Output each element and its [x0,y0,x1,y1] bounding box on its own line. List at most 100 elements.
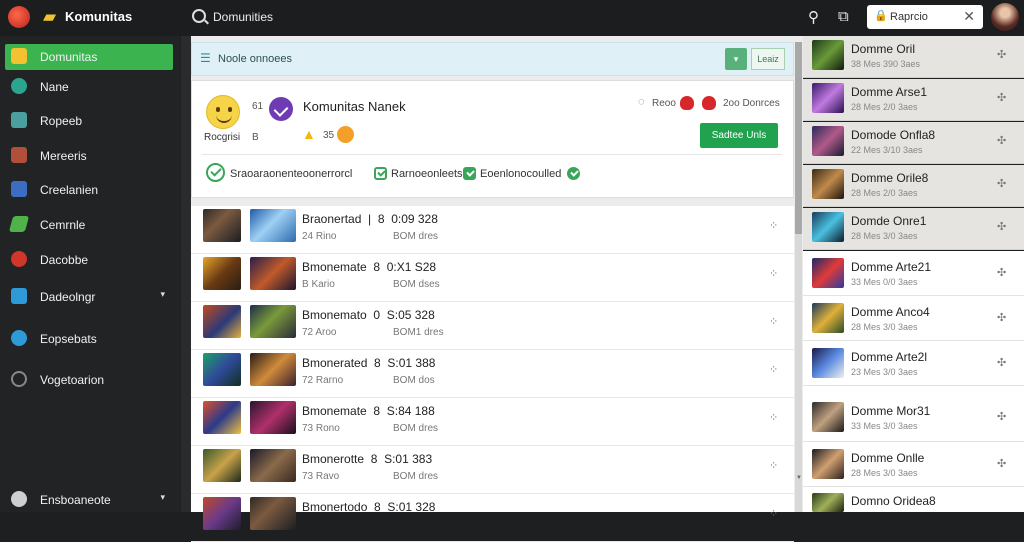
smiley-label: Rocgrisi [204,132,241,143]
list-item[interactable]: Domme Arte21 33 Mes 0/0 3aes ✣ [803,251,1024,296]
add-window-icon[interactable]: ⧉ [838,8,849,25]
list-item-sep: 8 [374,356,381,370]
sidebar-item-nane[interactable]: Nane [5,74,173,100]
app-logo-icon[interactable] [8,6,30,28]
list-item-name-text: Bmonemate [302,404,367,418]
list-item-name: Bmonerated 8 S:01 388 [302,356,435,370]
sidebar-item-creelanien[interactable]: Creelanien [5,177,173,203]
move-icon[interactable]: ✣ [997,91,1006,104]
sidebar: Domunitas Nane Ropeeb Mereeris Creelanie… [0,36,180,512]
move-icon[interactable]: ✣ [997,356,1006,369]
list-item-meta: 24 Rino [302,231,337,242]
reaction-count: 35 [323,130,335,141]
move-icon[interactable]: ✣ [997,266,1006,279]
drag-handle-icon[interactable]: ⁘ [769,507,778,520]
list-item[interactable]: Bmonerotte 8 S:01 383 73 Ravo BOM dres ⁘ [191,446,794,494]
list-item-code: S:05 328 [386,308,435,322]
search-input[interactable]: Domunities [213,10,273,24]
dropdown-button[interactable]: ▾ [725,48,747,70]
list-item-name: Braonertad | 8 0:09 328 [302,212,438,226]
community-title: Komunitas Nanek [303,99,406,114]
sidebar-item-cemrnle[interactable]: Cemrnle [5,212,173,238]
sidebar-item-domunitas[interactable]: Domunitas [5,44,173,70]
list-item[interactable]: Braonertad | 8 0:09 328 24 Rino BOM dres… [191,206,794,254]
list-item[interactable]: Domode Onfla8 22 Mes 3/10 3aes ✣ [803,122,1024,164]
list-item-meta: BOM1 dres [393,327,444,338]
check-circle-icon [567,167,580,180]
scrollbar-thumb[interactable] [795,42,802,234]
drag-handle-icon[interactable]: ⁘ [769,315,778,328]
list-item[interactable]: Domme Orile8 28 Mes 2/0 3aes ✣ [803,165,1024,207]
list-item-meta: BOM dres [393,423,439,434]
list-item[interactable]: Domme Anco4 28 Mes 3/0 3aes ✣ [803,296,1024,341]
drag-handle-icon[interactable]: ⁘ [769,267,778,280]
avatar [812,40,844,70]
tag-label: Rarnoeonleets [391,168,463,180]
scroll-down-icon[interactable]: ▼ [796,475,802,481]
list-item[interactable]: Bmonemato 0 S:05 328 72 Aroo BOM1 dres ⁘ [191,302,794,350]
sidebar-item-dadeolngr[interactable]: Dadeolngr ▾ [5,284,173,310]
list-item[interactable]: Domme Arte2l 23 Mes 3/0 3aes ✣ [803,341,1024,386]
chevron-down-icon[interactable]: ▾ [160,289,165,300]
drag-handle-icon[interactable]: ⁘ [769,411,778,424]
sidebar-item-mereeris[interactable]: Mereeris [5,143,173,169]
list-item[interactable]: Domme Onlle 28 Mes 3/0 3aes ✣ [803,442,1024,487]
move-icon[interactable]: ✣ [997,134,1006,147]
move-icon[interactable]: ✣ [997,457,1006,470]
move-icon[interactable]: ✣ [997,410,1006,423]
avatar [203,305,241,338]
search-icon[interactable] [192,9,206,23]
join-button[interactable]: Sadtee Unls [700,123,778,148]
move-icon[interactable]: ✣ [997,311,1006,324]
move-icon[interactable]: ✣ [997,177,1006,190]
list-item[interactable]: Bmonertodo 8 S:01 328 ⁘ [191,494,794,542]
move-icon[interactable]: ✣ [997,220,1006,233]
list-item[interactable]: Domme Oril 38 Mes 390 3aes ✣ [803,36,1024,78]
list-item[interactable]: Domno Oridea8 [803,487,1024,512]
window-icon [11,288,27,304]
list-item-name: Bmonerotte 8 S:01 383 [302,452,432,466]
list-item-name: Domde Onre1 [851,214,927,228]
list-item[interactable]: Domde Onre1 28 Mes 3/0 3aes ✣ [803,208,1024,250]
avatar [203,257,241,290]
stats-label: Reoo [652,98,676,109]
list-item[interactable]: Domme Mor31 33 Mes 3/0 3aes ✣ [803,386,1024,442]
leave-button[interactable]: Leaiz [751,48,785,70]
avatar [812,303,844,333]
store-icon [11,112,27,128]
list-item-name: Domno Oridea8 [851,494,936,508]
search-icon[interactable]: ⚲ [808,8,819,26]
sidebar-item-ensboaneote[interactable]: Ensboaneote ▾ [5,487,173,513]
heart-icon [680,96,694,110]
avatar [812,348,844,378]
drag-handle-icon[interactable]: ⁘ [769,363,778,376]
list-item[interactable]: Bmonemate 8 S:84 188 73 Rono BOM dres ⁘ [191,398,794,446]
sidebar-item-ropeeb[interactable]: Ropeeb [5,108,173,134]
chevron-down-icon[interactable]: ▾ [160,492,165,503]
menu-icon[interactable]: ☰ [200,51,211,65]
list-item[interactable]: Bmonemate 8 0:X1 S28 B Kario BOM dses ⁘ [191,254,794,302]
drag-handle-icon[interactable]: ⁘ [769,459,778,472]
thumbs-up-icon[interactable]: ▲ [302,126,316,142]
list-item-sep: 8 [373,404,381,418]
avatar [812,169,844,199]
lock-icon: 🔒 [874,10,888,22]
list-item-meta: 22 Mes 3/10 3aes [851,145,923,155]
list-item-sep: 0 [373,308,381,322]
drag-handle-icon[interactable]: ⁘ [769,219,778,232]
move-icon[interactable]: ✣ [997,48,1006,61]
sidebar-item-eopsebats[interactable]: Eopsebats [5,326,173,352]
sidebar-item-label: Dadeolngr [40,290,96,304]
filter-pill[interactable]: 🔒 Raprcio ✕ [867,5,983,29]
list-item-name: Domme Orile8 [851,171,929,185]
emoji-reaction-icon[interactable] [337,126,354,143]
close-icon[interactable]: ✕ [963,8,975,25]
avatar[interactable] [991,3,1019,31]
list-item-meta: 73 Rono [302,423,340,434]
sidebar-item-vogetoarion[interactable]: Vogetoarion [5,367,173,393]
list-item-name-text: Bmonemate [302,260,367,274]
list-item[interactable]: Domme Arse1 28 Mes 2/0 3aes ✣ [803,79,1024,121]
avatar [203,353,241,386]
sidebar-item-dacobbe[interactable]: Dacobbe [5,247,173,273]
list-item[interactable]: Bmonerated 8 S:01 388 72 Rarno BOM dos ⁘ [191,350,794,398]
